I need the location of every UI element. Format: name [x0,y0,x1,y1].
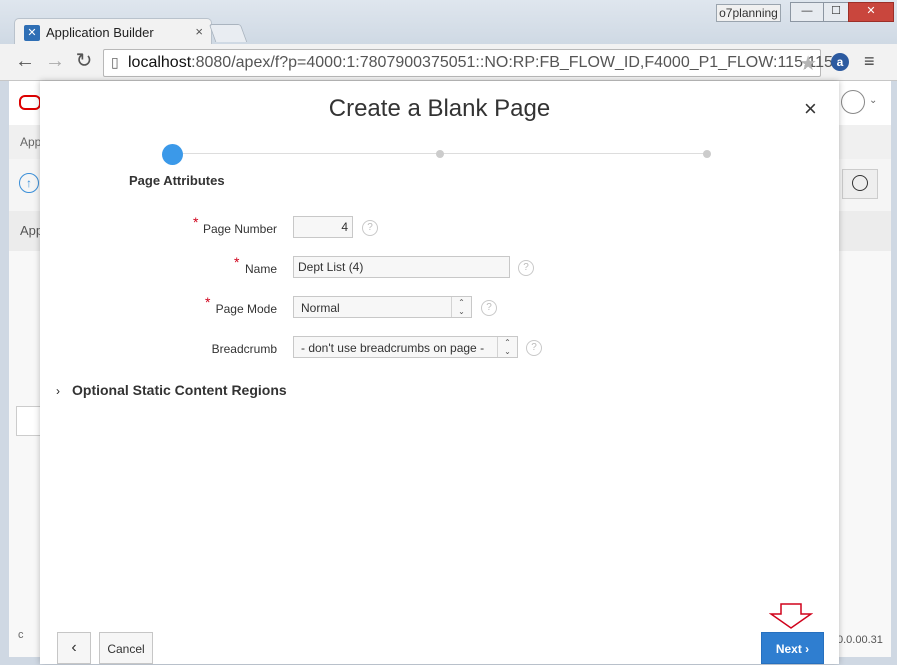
address-bar[interactable]: ▯ localhost:8080/apex/f?p=4000:1:7807900… [103,49,833,77]
chevron-down-icon: ⌄ [869,95,878,106]
expand-chevron-icon[interactable]: › [56,384,60,398]
bg-footer-text: c [18,629,24,641]
bg-version: 0.0.00.31 [837,634,883,646]
reload-icon[interactable]: ↻ [73,51,95,73]
select-arrows-icon: ⌃ ⌄ [451,297,471,317]
browser-menu-icon[interactable]: ≡ [864,51,875,72]
back-icon[interactable]: ← [14,51,36,73]
browser-tab[interactable]: ✕ Application Builder × [14,18,212,47]
browser-titlebar: ✕ Application Builder × o7planning — ☐ ✕ [0,0,897,47]
wizard-step-label: Page Attributes [129,173,225,188]
bg-tab-text: App [20,135,42,149]
annotation-arrow-icon [769,603,813,629]
run-page-button [842,169,878,199]
window-controls: — ☐ ✕ [790,2,894,22]
next-button[interactable]: Next › [761,632,824,664]
optional-regions-toggle[interactable]: Optional Static Content Regions [72,382,287,398]
user-avatar-icon [841,90,865,114]
play-icon [852,175,868,191]
bookmark-star-icon[interactable]: ★ [799,51,817,76]
page-number-label: Page Number [202,222,277,236]
next-label: Next [775,642,802,656]
close-window-button[interactable]: ✕ [848,2,894,22]
name-label: Name [244,262,277,276]
url-host: localhost [128,54,192,71]
forward-icon[interactable]: → [44,51,66,73]
url-text: localhost:8080/apex/f?p=4000:1:780790037… [128,54,833,72]
page-info-icon[interactable]: ▯ [111,54,119,71]
wizard-step-3 [703,150,711,158]
dialog-title: Create a Blank Page [328,95,551,122]
help-icon[interactable]: ? [518,260,534,276]
url-rest: :8080/apex/f?p=4000:1:7807900375051::NO:… [191,54,833,71]
help-icon[interactable]: ? [362,220,378,236]
tab-title: Application Builder [46,25,154,40]
chevron-right-icon: › [805,642,810,656]
profile-badge[interactable]: o7planning [716,4,781,22]
previous-button[interactable]: ‹ [57,632,91,664]
dialog-close-icon[interactable]: × [804,97,817,121]
wizard-step-current [162,144,183,165]
tab-close-icon[interactable]: × [195,24,203,39]
page-mode-select[interactable]: Normal ⌃ ⌄ [293,296,472,318]
wizard-step-2 [436,150,444,158]
upload-icon: ↑ [19,173,39,193]
page-number-input[interactable] [293,216,353,238]
help-icon[interactable]: ? [481,300,497,316]
extension-icon[interactable]: a [831,53,849,71]
minimize-button[interactable]: — [790,2,824,22]
breadcrumb-select[interactable]: - don't use breadcrumbs on page - ⌃ ⌄ [293,336,518,358]
create-page-dialog: Create a Blank Page × Page Attributes * … [40,81,839,664]
new-tab-button[interactable] [208,24,248,42]
name-input[interactable] [293,256,510,278]
page-mode-label: Page Mode [215,302,277,316]
apex-favicon-icon: ✕ [24,25,40,41]
cancel-button[interactable]: Cancel [99,632,153,664]
browser-toolbar: ← → ↻ ▯ localhost:8080/apex/f?p=4000:1:7… [0,44,897,81]
breadcrumb-label: Breadcrumb [211,342,277,356]
page-mode-value: Normal [301,301,340,315]
help-icon[interactable]: ? [526,340,542,356]
breadcrumb-value: - don't use breadcrumbs on page - [301,341,485,355]
select-arrows-icon: ⌃ ⌄ [497,337,517,357]
maximize-button[interactable]: ☐ [823,2,849,22]
oracle-logo-icon [19,95,41,110]
